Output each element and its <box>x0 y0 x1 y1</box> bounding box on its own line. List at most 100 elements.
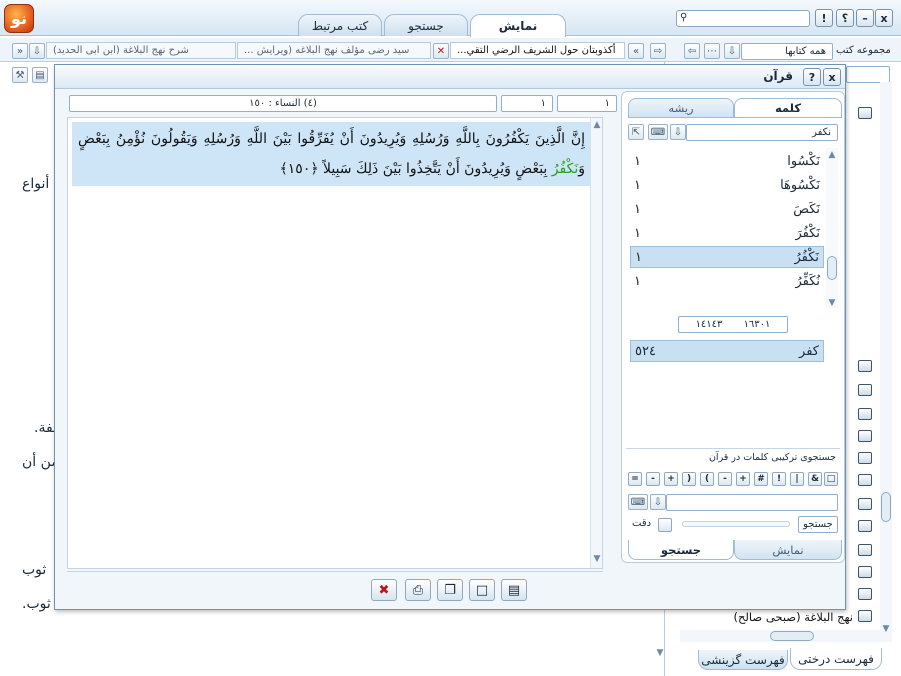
global-search-input[interactable]: ⚲ <box>676 10 810 27</box>
tree-scroll-thumb[interactable] <box>881 492 891 522</box>
list-item[interactable]: نَكْسُوهَا ١ <box>630 174 824 196</box>
highlighted-word[interactable]: نَكْفُرُ <box>552 161 578 177</box>
help-alert-button[interactable]: ! <box>815 9 833 27</box>
op-button[interactable]: ! <box>772 472 786 486</box>
tab-root[interactable]: ریشه <box>628 98 734 118</box>
list-item[interactable]: نَكْفُرَ ١ <box>630 222 824 244</box>
minimize-button[interactable]: – <box>856 9 874 27</box>
book-icon[interactable] <box>858 408 872 420</box>
forward-arrow-icon[interactable]: ⇨ <box>650 43 666 59</box>
tab-show[interactable]: نمایش <box>470 14 566 37</box>
page-button[interactable]: □ <box>469 579 495 601</box>
help-button[interactable]: ؟ <box>836 9 854 27</box>
close-tab-icon[interactable]: ✕ <box>433 43 449 59</box>
book-icon[interactable] <box>858 360 872 372</box>
keyboard-icon[interactable]: ⌨ <box>628 494 648 510</box>
surah-indicator: (٤) النساء : ١٥٠ <box>69 95 497 112</box>
dialog-cancel-button[interactable]: ✖ <box>371 579 397 601</box>
list-item[interactable]: نَكْسُوا ١ <box>630 150 824 172</box>
combo-search-input[interactable] <box>666 494 838 511</box>
tabs-scroll-right-icon[interactable]: « <box>628 43 644 59</box>
tabs-menu-icon[interactable]: ⇩ <box>29 43 45 59</box>
book-icon[interactable] <box>858 520 872 532</box>
book-icon[interactable] <box>858 588 872 600</box>
bg-text-fragment: ثوب <box>22 562 47 578</box>
print-button[interactable]: ⎙ <box>405 579 431 601</box>
op-button[interactable]: + <box>664 472 678 486</box>
copy-button[interactable]: ❐ <box>437 579 463 601</box>
dialog-close-button[interactable]: x <box>823 68 841 86</box>
dialog-help-button[interactable]: ? <box>803 68 821 86</box>
op-button[interactable]: = <box>628 472 642 486</box>
tree-filter-input[interactable] <box>846 66 890 83</box>
scroll-down-icon[interactable]: ▼ <box>880 624 892 634</box>
book-icon[interactable] <box>858 384 872 396</box>
precision-checkbox[interactable] <box>658 518 672 532</box>
close-window-button[interactable]: x <box>875 9 893 27</box>
op-button[interactable]: ) <box>682 472 696 486</box>
word-list-scrollbar[interactable]: ▲ ▼ <box>826 148 838 308</box>
wrench-icon[interactable]: ⚒ <box>12 67 28 83</box>
list-item[interactable]: نَكَصَ ١ <box>630 198 824 220</box>
combo-search-button[interactable]: جستجو <box>798 516 838 533</box>
verse-text[interactable]: إِنَّ الَّذِينَ يَكْفُرُونَ بِاللَّهِ وَ… <box>72 122 591 186</box>
combo-search-title: جستجوی ترکیبی کلمات در قرآن <box>708 452 836 463</box>
checkbox-icon[interactable]: □ <box>824 472 838 486</box>
book-icon[interactable] <box>858 610 872 622</box>
scroll-thumb[interactable] <box>827 256 837 280</box>
op-button[interactable]: - <box>718 472 732 486</box>
book-icon[interactable] <box>858 566 872 578</box>
tree-item-nahj-sobhi[interactable]: نهج البلاغة (صبحی صالح) <box>733 610 853 624</box>
doc-tab-seyed-razi[interactable]: سید رضی مؤلف نهج البلاغه (ویرایش ... <box>237 42 431 59</box>
word-search-input[interactable]: نکفر <box>686 124 838 141</box>
tab-show[interactable]: نمایش <box>734 540 842 560</box>
search-icon: ⚲ <box>680 12 688 23</box>
op-button[interactable]: - <box>646 472 660 486</box>
scroll-up-icon[interactable]: ▲ <box>826 150 838 160</box>
list-item-selected[interactable]: نَكْفُرُ ١ <box>630 246 824 268</box>
collection-select[interactable]: همه کتابها <box>741 43 833 60</box>
book-icon[interactable] <box>858 544 872 556</box>
tree-hscrollbar[interactable] <box>680 630 880 642</box>
app-logo[interactable]: نو <box>4 4 34 33</box>
doc-tab-sharh-nahj[interactable]: شرح نهج البلاغة (ابن ابی الحدید) <box>46 42 236 59</box>
collection-dropdown-icon[interactable]: ⇩ <box>724 43 740 59</box>
scroll-down-icon[interactable]: ▼ <box>591 554 603 564</box>
export-button[interactable]: ▤ <box>501 579 527 601</box>
keyboard-icon[interactable]: ⌨ <box>648 124 668 140</box>
op-button[interactable]: # <box>754 472 768 486</box>
op-button[interactable]: | <box>790 472 804 486</box>
back-arrow-icon[interactable]: ⇦ <box>684 43 700 59</box>
divider <box>67 571 603 572</box>
op-button[interactable]: ( <box>700 472 714 486</box>
book-icon[interactable] <box>858 430 872 442</box>
book-icon[interactable] <box>858 107 872 119</box>
scroll-up-icon[interactable]: ▲ <box>591 120 603 130</box>
combo-dropdown-icon[interactable]: ⇩ <box>650 494 666 510</box>
scroll-down-icon[interactable]: ▼ <box>826 298 838 308</box>
search-dropdown-icon[interactable]: ⇩ <box>670 124 686 140</box>
root-row[interactable]: کفر ٥٢٤ <box>630 340 824 362</box>
clear-search-icon[interactable]: ⇱ <box>628 124 644 140</box>
ayah-end-field[interactable]: ١ <box>501 95 553 112</box>
list-item[interactable]: نُكَفِّرُ ١ <box>630 270 824 292</box>
tab-word[interactable]: کلمه <box>734 98 842 118</box>
book-icon[interactable] <box>858 474 872 486</box>
tabs-scroll-left-icon[interactable]: » <box>12 43 28 59</box>
tree-hscroll-thumb[interactable] <box>770 631 814 641</box>
op-button[interactable]: & <box>808 472 822 486</box>
doc-tab-active[interactable]: أكذوبتان حول الشريف الرضي التقي... <box>450 42 625 59</box>
book-icon[interactable] <box>858 498 872 510</box>
verse-scrollbar[interactable]: ▲ ▼ <box>590 118 602 568</box>
book-icon[interactable] <box>858 452 872 464</box>
tab-search[interactable]: جستجو <box>384 14 468 36</box>
op-button[interactable]: + <box>736 472 750 486</box>
layout-icon[interactable]: ▤ <box>32 67 48 83</box>
tree-scrollbar[interactable]: ▼ <box>880 82 892 642</box>
more-icon[interactable]: ⋯ <box>704 43 720 59</box>
ayah-start-field[interactable]: ١ <box>557 95 617 112</box>
tab-selective-index[interactable]: فهرست گزینشی <box>698 650 788 670</box>
tab-related-books[interactable]: کتب مرتبط <box>298 14 382 36</box>
tab-search[interactable]: جستجو <box>628 540 734 560</box>
tab-tree-index[interactable]: فهرست درختی <box>790 648 882 670</box>
